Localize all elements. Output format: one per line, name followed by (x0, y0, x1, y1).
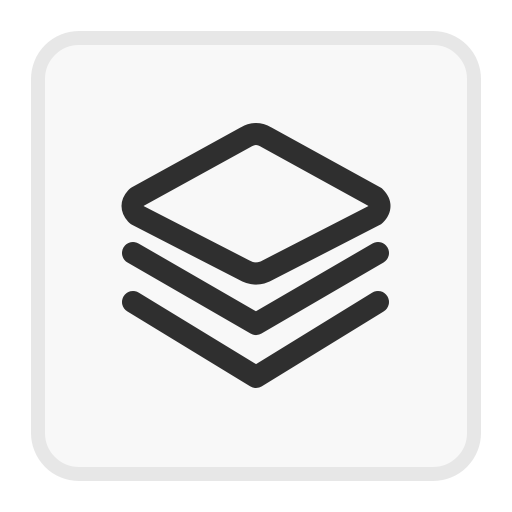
app-icon-canvas (0, 0, 512, 512)
layers-icon (121, 123, 391, 388)
layers-icon-top-layer (121, 123, 391, 285)
